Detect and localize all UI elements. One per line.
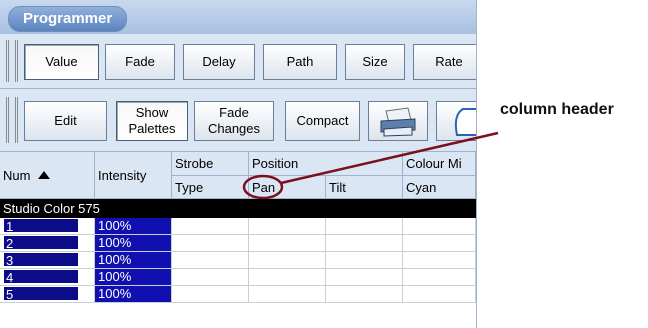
highlight-circle [242,174,284,200]
annotation-label: column header [500,101,614,118]
annotation-pointer-line [280,131,499,185]
annotation-overlay [242,131,499,200]
